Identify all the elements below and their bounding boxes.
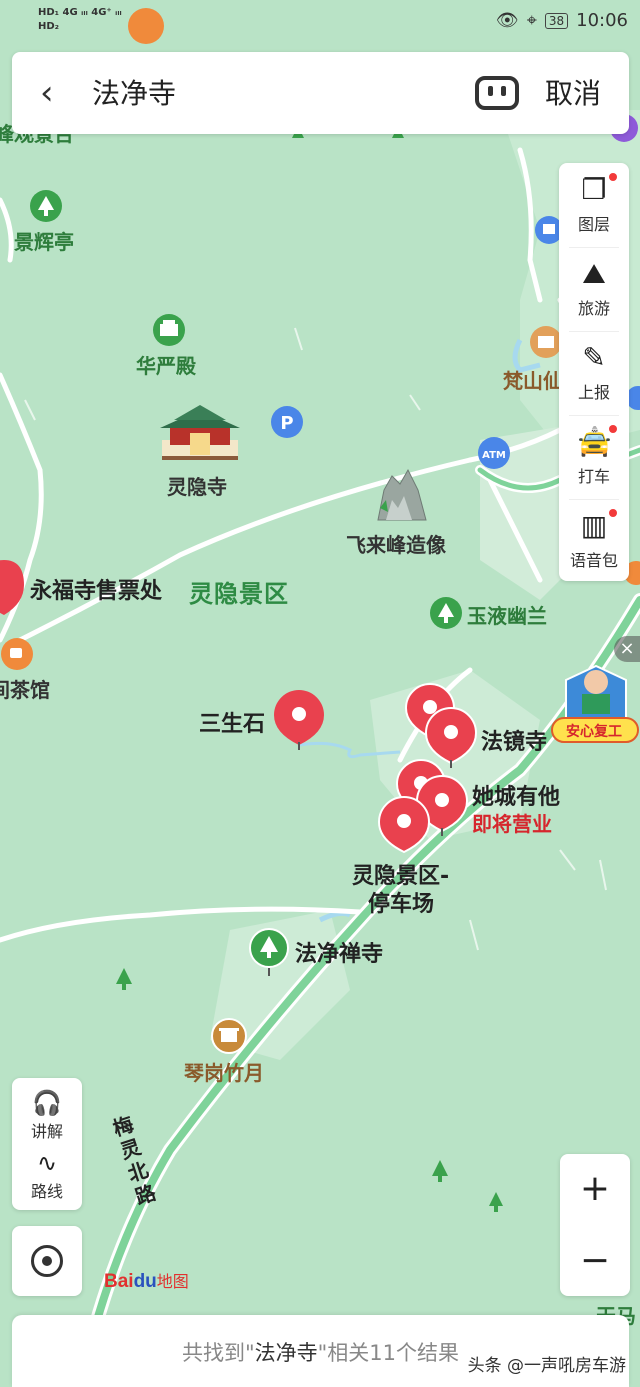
crosshair-icon xyxy=(31,1245,63,1277)
tool-label: 旅游 xyxy=(577,299,610,318)
locate-me-button[interactable] xyxy=(12,1226,82,1296)
layers-icon: ❐ xyxy=(581,173,607,206)
clock: 10:06 xyxy=(576,10,628,31)
label-sansheng[interactable]: 三生石 xyxy=(199,706,265,738)
label-fajing[interactable]: 法镜寺 xyxy=(481,724,547,756)
label-parking-line2[interactable]: 停车场 xyxy=(368,886,434,918)
tool-label: 图层 xyxy=(577,215,610,234)
explain-label: 讲解 xyxy=(30,1122,63,1141)
temple-icon[interactable] xyxy=(160,405,240,460)
notification-dot xyxy=(609,425,617,433)
eye-icon: 👁 xyxy=(495,10,519,31)
logo-part-3: 地图 xyxy=(156,1274,189,1291)
monument-icon[interactable] xyxy=(211,1018,247,1054)
label-qingang[interactable]: 琴岗竹月 xyxy=(184,1057,264,1086)
taxi-icon: 🚖 xyxy=(577,425,612,458)
label-teahouse[interactable]: 间茶馆 xyxy=(0,674,50,703)
badge-text[interactable]: 安心复工 xyxy=(566,721,622,741)
red-pin-fajing[interactable] xyxy=(424,706,478,768)
voice-input-icon[interactable] xyxy=(475,76,519,110)
red-pin-parking[interactable] xyxy=(377,795,431,854)
label-lingyin-temple[interactable]: 灵隐寺 xyxy=(167,471,227,500)
label-fanshan[interactable]: 梵山仙 xyxy=(503,365,559,394)
tool-report[interactable]: ✎ 上报 xyxy=(559,331,629,415)
travel-icon: ⛰ xyxy=(582,257,606,290)
zoom-out-button[interactable]: − xyxy=(560,1226,630,1296)
label-yongfu[interactable]: 永福寺售票处 xyxy=(30,573,162,605)
hall-poi-icon[interactable] xyxy=(153,314,185,346)
route-button[interactable]: ∿ 路线 xyxy=(12,1148,82,1202)
cancel-button[interactable]: 取消 xyxy=(545,76,601,112)
zoom-in-button[interactable]: + xyxy=(560,1154,630,1224)
tool-label: 打车 xyxy=(577,467,610,486)
map-tools-panel: ❐ 图层 ⛰ 旅游 ✎ 上报 🚖 打车 ▥ 语音包 xyxy=(559,163,629,581)
pavilion-poi-icon[interactable] xyxy=(30,190,62,222)
watermark: 头条 @一声吼房车游 xyxy=(467,1356,626,1376)
zoom-controls: + − xyxy=(560,1154,630,1296)
route-icon: ∿ xyxy=(36,1149,58,1177)
results-suffix: "相关11个结果 xyxy=(317,1341,460,1365)
results-keyword: 法净寺 xyxy=(254,1341,318,1365)
label-feilai[interactable]: 飞来峰造像 xyxy=(346,529,446,558)
tool-label: 语音包 xyxy=(569,551,618,570)
explain-button[interactable]: 🎧 讲解 xyxy=(12,1088,82,1142)
garden-poi-icon[interactable] xyxy=(430,597,462,629)
baidu-map-logo: Baidu地图 xyxy=(104,1268,189,1293)
location-icon: ⌖ xyxy=(526,10,537,31)
label-jinghui[interactable]: 景辉亭 xyxy=(14,226,74,255)
atm-icon[interactable]: ATM xyxy=(478,437,510,469)
label-tacheng-status: 即将营业 xyxy=(472,812,552,836)
signal-line-2: HD₂ xyxy=(38,21,60,32)
svg-text:ATM: ATM xyxy=(482,450,506,461)
search-bar[interactable]: ‹ 法净寺 取消 xyxy=(12,52,629,134)
tool-taxi[interactable]: 🚖 打车 xyxy=(559,415,629,499)
route-label: 路线 xyxy=(30,1182,63,1201)
poi-layer: P ATM xyxy=(0,8,640,1054)
label-tacheng[interactable]: 她城有他 xyxy=(472,779,560,811)
voice-pack-icon: ▥ xyxy=(580,509,608,542)
tool-label: 上报 xyxy=(577,383,610,402)
tool-voice-pack[interactable]: ▥ 语音包 xyxy=(559,499,629,583)
label-fajingchan[interactable]: 法净禅寺 xyxy=(295,936,383,968)
status-right: 👁 ⌖ 38 10:06 xyxy=(496,10,628,31)
fajingchan-pin-icon[interactable] xyxy=(249,928,289,976)
attraction-orange-icon[interactable] xyxy=(530,326,562,358)
status-bar: HD₁ 4G ᵢₗₗ 4G⁺ ᵢₗₗ HD₂ 👁 ⌖ 38 10:06 xyxy=(0,0,640,44)
teahouse-icon[interactable] xyxy=(1,638,33,670)
rock-carving-icon[interactable] xyxy=(377,468,427,521)
red-pin-sansheng[interactable] xyxy=(274,690,324,750)
signal-line-1: HD₁ 4G ᵢₗₗ 4G⁺ ᵢₗₗ xyxy=(38,7,122,18)
parking-icon[interactable]: P xyxy=(271,406,303,438)
back-icon[interactable]: ‹ xyxy=(40,74,54,112)
search-query[interactable]: 法净寺 xyxy=(92,76,176,112)
label-yuye[interactable]: 玉液幽兰 xyxy=(467,600,547,629)
logo-part-2: du xyxy=(133,1271,157,1292)
close-badge-icon[interactable]: × xyxy=(614,636,640,662)
red-pin-yongfu[interactable] xyxy=(0,560,24,615)
battery-indicator: 38 xyxy=(544,12,569,29)
tool-layers[interactable]: ❐ 图层 xyxy=(559,163,629,247)
headphones-icon: 🎧 xyxy=(32,1089,62,1117)
tool-travel[interactable]: ⛰ 旅游 xyxy=(559,247,629,331)
label-huayan[interactable]: 华严殿 xyxy=(136,350,196,379)
label-lingyin-scenic[interactable]: 灵隐景区 xyxy=(189,574,289,609)
left-tools-panel: 🎧 讲解 ∿ 路线 xyxy=(12,1078,82,1210)
svg-text:P: P xyxy=(280,413,293,434)
notification-dot xyxy=(609,173,617,181)
signal-indicators: HD₁ 4G ᵢₗₗ 4G⁺ ᵢₗₗ HD₂ xyxy=(38,6,122,34)
report-icon: ✎ xyxy=(582,341,606,374)
notification-dot xyxy=(609,509,617,517)
logo-part-1: Bai xyxy=(104,1271,134,1292)
results-prefix: 共找到" xyxy=(181,1341,255,1365)
